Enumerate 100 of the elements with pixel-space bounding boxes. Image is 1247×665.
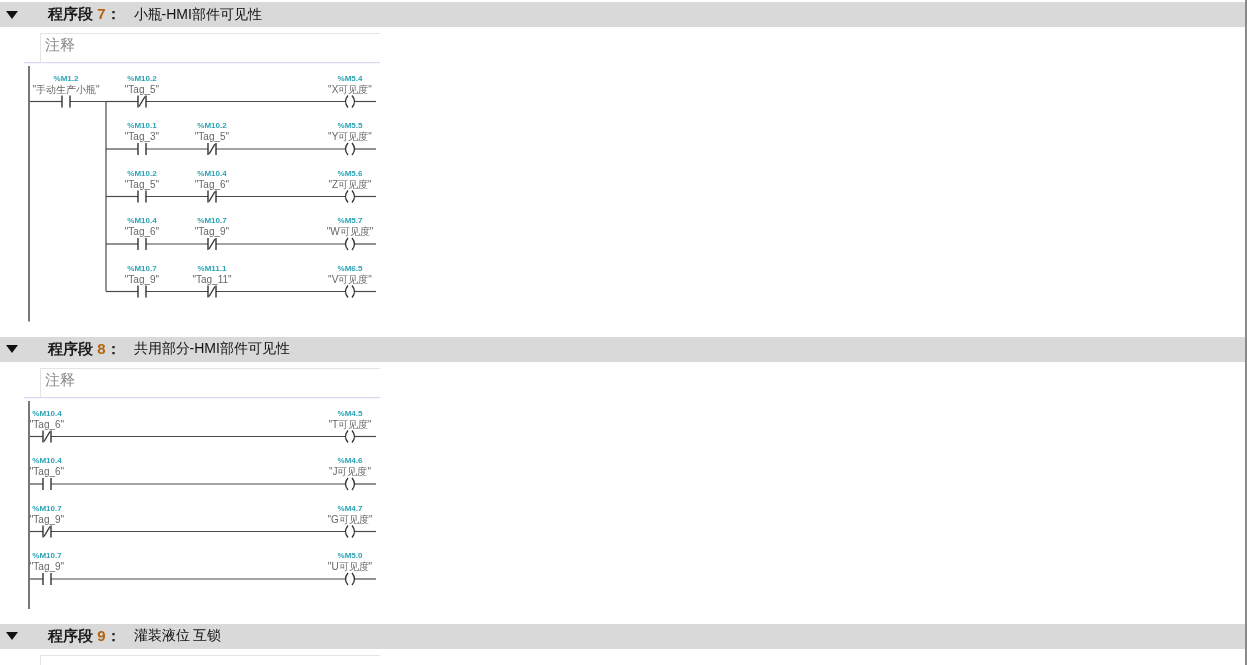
tag-name: "U可见度" bbox=[327, 560, 373, 572]
rung-wire bbox=[29, 100, 63, 103]
tag-name: "Tag_9" bbox=[194, 226, 230, 237]
rung-wire bbox=[29, 530, 44, 532]
tag-name: "Tag_6" bbox=[29, 418, 65, 429]
tag-name: "Tag_5" bbox=[124, 178, 160, 190]
operand-address: %M10.7 bbox=[197, 216, 227, 225]
collapse-triangle-icon[interactable] bbox=[6, 345, 18, 353]
rung-wire bbox=[105, 243, 139, 245]
normally-closed-contact bbox=[207, 237, 217, 251]
tag-name: "Tag_6" bbox=[124, 226, 160, 237]
operand-address: %M10.4 bbox=[32, 455, 62, 465]
operand-address: %M10.7 bbox=[32, 503, 62, 512]
tag-name: "G可见度" bbox=[327, 513, 373, 524]
normally-closed-contact bbox=[42, 524, 52, 538]
tag-name: "X可见度" bbox=[328, 83, 372, 95]
operand-address: %M4.7 bbox=[337, 503, 363, 512]
normally-open-contact bbox=[137, 237, 147, 251]
operand-address: %M10.4 bbox=[32, 408, 62, 417]
operand-address: %M4.5 bbox=[337, 408, 363, 417]
coil bbox=[344, 476, 356, 491]
tag-name: "Tag_5" bbox=[194, 131, 230, 142]
operand-address: %M11.1 bbox=[197, 263, 227, 273]
rung-wire bbox=[354, 482, 377, 485]
rung-wire bbox=[145, 243, 209, 245]
rung-wire bbox=[105, 148, 139, 150]
operand-address: %M10.2 bbox=[127, 168, 157, 178]
operand-address: %M10.7 bbox=[127, 263, 157, 273]
tag-name: "Tag_6" bbox=[29, 465, 65, 477]
coil bbox=[344, 237, 356, 251]
rung-wire bbox=[29, 482, 44, 485]
tag-name: "Z可见度" bbox=[328, 178, 372, 190]
tag-name: "J可见度" bbox=[328, 465, 372, 477]
collapse-triangle-icon[interactable] bbox=[6, 632, 18, 640]
network-label: 程序段 8： bbox=[48, 339, 121, 359]
rung-wire bbox=[105, 290, 139, 293]
network-title: 共用部分-HMI部件可见性 bbox=[133, 340, 290, 358]
network-label: 程序段 7： bbox=[48, 5, 121, 24]
tag-name: "Tag_3" bbox=[124, 131, 160, 142]
rung-wire bbox=[145, 195, 209, 198]
operand-address: %M10.4 bbox=[197, 168, 227, 178]
operand-address: %M5.5 bbox=[337, 121, 363, 130]
tag-name: "Tag_6" bbox=[194, 178, 230, 190]
operand-address: %M1.2 bbox=[53, 73, 79, 83]
coil bbox=[344, 189, 356, 204]
normally-open-contact bbox=[61, 94, 71, 109]
rung-wire bbox=[354, 195, 377, 198]
rung-wire bbox=[29, 435, 44, 437]
coil bbox=[344, 284, 356, 299]
normally-closed-contact bbox=[207, 189, 217, 204]
collapse-triangle-icon[interactable] bbox=[6, 10, 18, 19]
operand-address: %M6.5 bbox=[337, 263, 363, 273]
operand-address: %M10.7 bbox=[32, 550, 62, 560]
coil bbox=[344, 94, 356, 109]
rung-wire bbox=[105, 195, 139, 198]
rung-wire bbox=[354, 530, 377, 532]
network-label: 程序段 9： bbox=[48, 626, 121, 646]
coil bbox=[344, 142, 356, 156]
tag-name: "Tag_9" bbox=[29, 560, 65, 572]
operand-address: %M10.1 bbox=[127, 121, 157, 130]
comment-field[interactable]: 注释 bbox=[40, 367, 380, 397]
rung-wire bbox=[354, 290, 377, 293]
tag-name: "Tag_5" bbox=[124, 83, 160, 95]
tag-name: "Tag_11" bbox=[192, 273, 232, 285]
normally-closed-contact bbox=[137, 94, 147, 109]
comment-field[interactable] bbox=[40, 654, 380, 665]
coil bbox=[344, 571, 356, 586]
normally-open-contact bbox=[137, 189, 147, 204]
normally-open-contact bbox=[42, 571, 52, 586]
normally-closed-contact bbox=[207, 142, 217, 156]
coil bbox=[344, 524, 356, 538]
rung-wire bbox=[354, 100, 377, 103]
operand-address: %M5.7 bbox=[337, 216, 363, 225]
rung-wire bbox=[354, 435, 377, 437]
operand-address: %M5.6 bbox=[337, 168, 363, 178]
network-title: 灌装液位 互锁 bbox=[133, 627, 222, 645]
rung-wire bbox=[354, 148, 377, 150]
normally-closed-contact bbox=[42, 429, 52, 443]
normally-open-contact bbox=[137, 284, 147, 299]
operand-address: %M10.4 bbox=[127, 216, 157, 225]
coil bbox=[344, 429, 356, 443]
rung-wire bbox=[354, 243, 377, 245]
rung-wire bbox=[29, 577, 44, 580]
normally-open-contact bbox=[42, 476, 52, 491]
rung-wire bbox=[145, 290, 209, 293]
comment-field[interactable]: 注释 bbox=[40, 33, 380, 62]
normally-open-contact bbox=[137, 142, 147, 156]
rung-wire bbox=[145, 148, 209, 150]
operand-address: %M4.6 bbox=[337, 455, 363, 465]
tag-name: "手动生产小瓶" bbox=[32, 83, 100, 95]
operand-address: %M10.2 bbox=[127, 73, 157, 83]
tag-name: "Tag_9" bbox=[124, 273, 160, 285]
operand-address: %M10.2 bbox=[197, 121, 227, 130]
network-title: 小瓶-HMI部件可见性 bbox=[133, 5, 262, 24]
tag-name: "T可见度" bbox=[328, 418, 372, 429]
tag-name: "Y可见度" bbox=[328, 131, 372, 142]
operand-address: %M5.4 bbox=[337, 73, 363, 83]
tag-name: "V可见度" bbox=[328, 273, 372, 285]
rung-wire bbox=[354, 577, 377, 580]
tag-name: "Tag_9" bbox=[29, 513, 65, 524]
